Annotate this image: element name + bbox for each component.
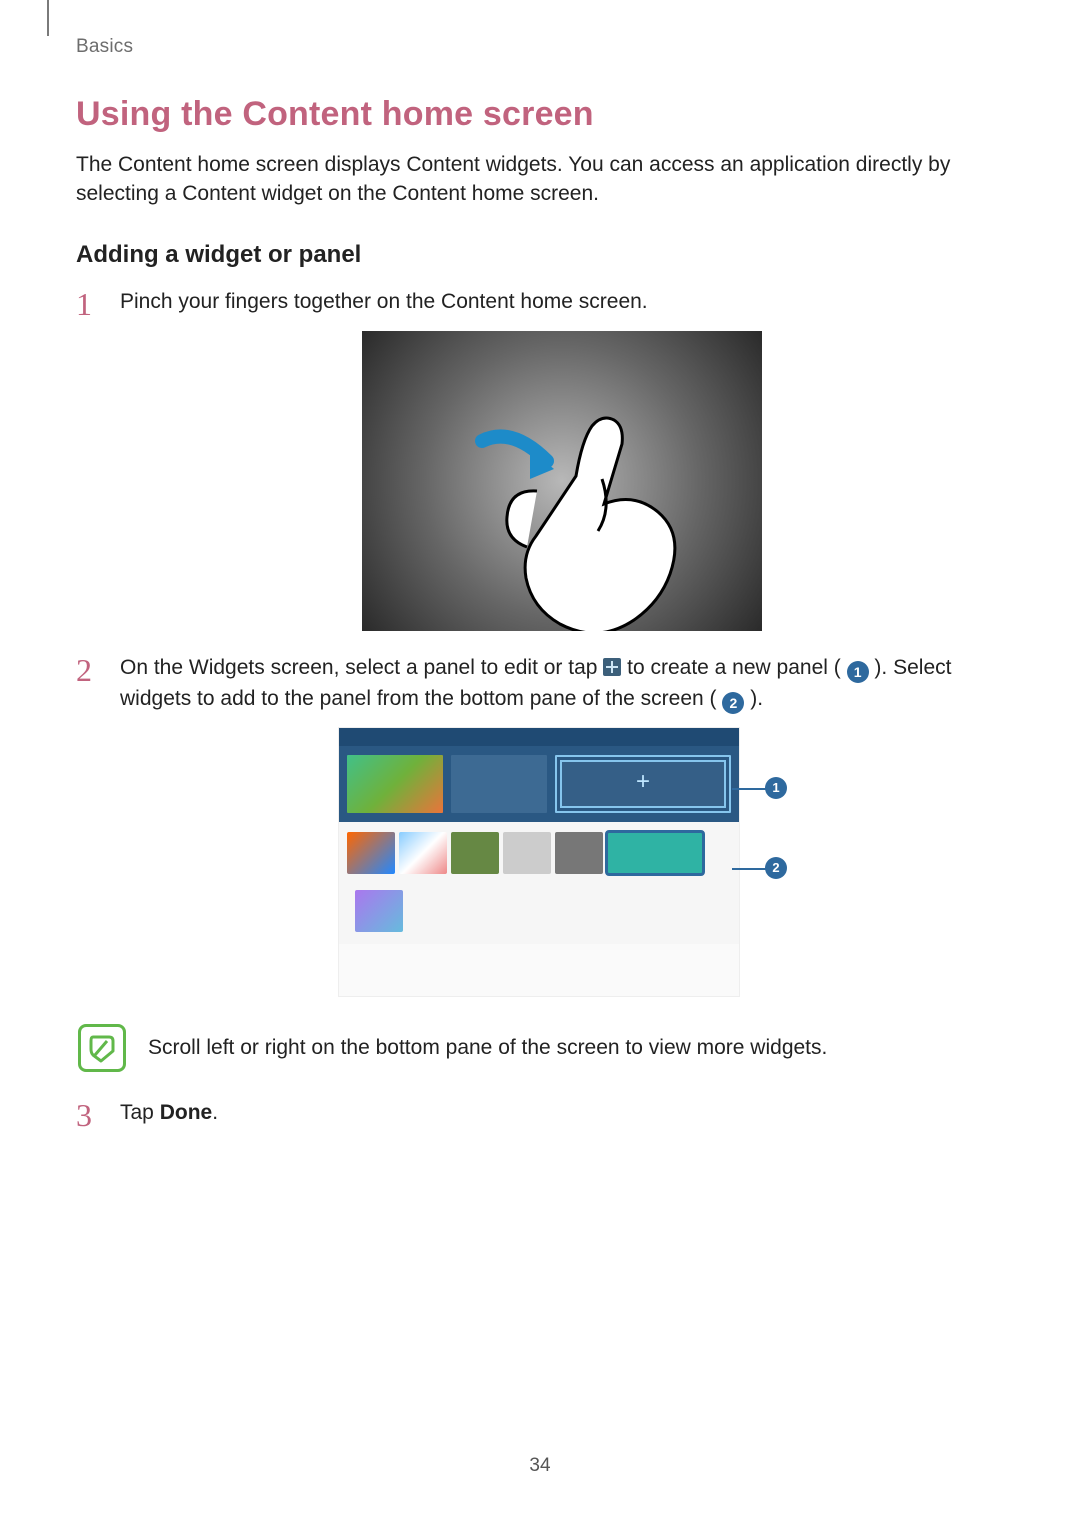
step-2-text-d: ).: [744, 687, 763, 710]
step-3-text-a: Tap: [120, 1101, 160, 1124]
widget-thumb: [355, 890, 403, 932]
note: Scroll left or right on the bottom pane …: [76, 1024, 1004, 1072]
breadcrumb: Basics: [76, 36, 133, 58]
panel-thumb: [451, 755, 547, 813]
widget-thumb: [347, 832, 395, 874]
step-2-text-b: to create a new panel (: [621, 656, 846, 679]
page-title: Using the Content home screen: [76, 95, 1004, 134]
step-3-text-c: .: [212, 1101, 218, 1124]
figure-callouts: 1 2: [739, 728, 785, 996]
panel-thumb-new: [555, 755, 731, 813]
widget-thumb: [399, 832, 447, 874]
step-2-text-a: On the Widgets screen, select a panel to…: [120, 656, 603, 679]
note-text: Scroll left or right on the bottom pane …: [148, 1033, 827, 1062]
page-content: Using the Content home screen The Conten…: [76, 95, 1004, 1147]
page-margin-mark: [47, 0, 49, 36]
widget-thumb-selected: [607, 832, 703, 874]
steps-list: Pinch your fingers together on the Conte…: [76, 287, 1004, 996]
page-number: 34: [0, 1455, 1080, 1477]
note-icon: [78, 1024, 126, 1072]
widget-thumb: [451, 832, 499, 874]
step-1: Pinch your fingers together on the Conte…: [76, 287, 1004, 631]
figure-widgets-screen: 1 2: [120, 728, 1004, 996]
intro-paragraph: The Content home screen displays Content…: [76, 150, 1004, 209]
steps-list-continued: Tap Done.: [76, 1098, 1004, 1128]
section-heading: Adding a widget or panel: [76, 241, 1004, 269]
widgets-panel-row: [339, 746, 739, 822]
callout-leader-1: [732, 788, 766, 790]
widget-thumb: [555, 832, 603, 874]
widgets-bottom-pane: [339, 822, 739, 944]
widgets-screen-titlebar: [339, 728, 739, 746]
step-3: Tap Done.: [76, 1098, 1004, 1128]
step-1-text: Pinch your fingers together on the Conte…: [120, 290, 648, 313]
callout-badge-2: 2: [765, 857, 787, 879]
panel-thumb: [347, 755, 443, 813]
callout-badge-2-inline: 2: [722, 692, 744, 714]
callout-leader-2: [732, 868, 766, 870]
callout-badge-1-inline: 1: [847, 661, 869, 683]
plus-icon: [603, 658, 621, 676]
callout-badge-1: 1: [765, 777, 787, 799]
widget-thumb: [503, 832, 551, 874]
figure-pinch-gesture: [120, 331, 1004, 631]
step-2: On the Widgets screen, select a panel to…: [76, 653, 1004, 996]
step-3-done: Done: [160, 1101, 213, 1124]
pinch-gesture-illustration: [362, 331, 762, 631]
